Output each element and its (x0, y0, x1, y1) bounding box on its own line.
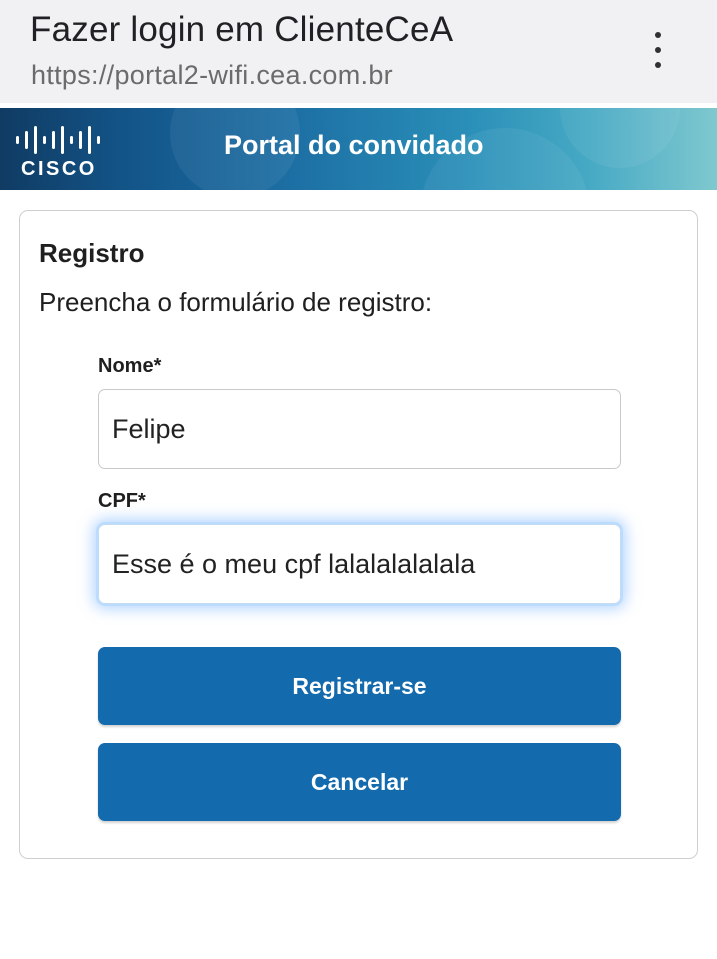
cancel-button[interactable]: Cancelar (98, 743, 621, 821)
url-text[interactable]: https://portal2-wifi.cea.com.br (31, 60, 393, 91)
form-heading: Registro (39, 238, 145, 268)
cisco-logo: CISCO (16, 126, 100, 178)
page-title: Fazer login em ClienteCeA (30, 10, 454, 49)
form-instructions: Preencha o formulário de registro: (39, 287, 433, 317)
portal-banner: CISCO Portal do convidado (0, 108, 717, 190)
name-label: Nome* (98, 355, 162, 377)
registration-card: Registro Preencha o formulário de regist… (19, 210, 698, 859)
cpf-label: CPF* (98, 490, 146, 512)
more-vert-icon[interactable] (640, 28, 676, 72)
cpf-input[interactable] (98, 524, 621, 604)
name-input[interactable] (98, 389, 621, 469)
portal-title: Portal do convidado (224, 130, 484, 160)
browser-address-bar: Fazer login em ClienteCeA https://portal… (0, 0, 717, 103)
register-button[interactable]: Registrar-se (98, 647, 621, 725)
cisco-logo-text: CISCO (21, 158, 97, 178)
